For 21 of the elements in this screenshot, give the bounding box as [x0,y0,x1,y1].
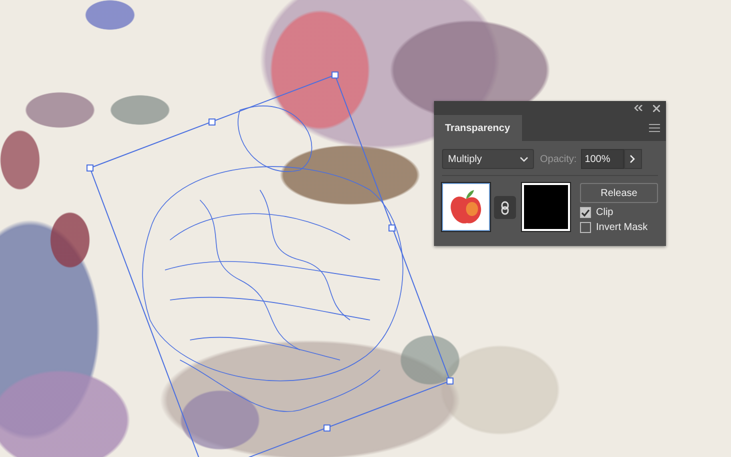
opacity-label: Opacity: [540,154,577,164]
checkbox-label: Clip [596,207,614,218]
close-icon[interactable] [653,104,660,112]
chevron-icon [630,155,636,163]
menu-icon[interactable] [649,124,660,132]
tab-label: Transparency [445,122,510,134]
checkmark-icon [581,208,590,216]
opacity-slider-button[interactable] [624,149,642,169]
checkbox[interactable] [580,222,591,233]
release-button[interactable]: Release [580,183,658,203]
caret-icon [520,156,528,162]
blend-mode-dropdown[interactable]: Multiply [442,149,534,169]
opacity-mask-thumbnail[interactable] [522,183,570,231]
checkbox[interactable] [580,207,591,218]
panel-tab[interactable]: Transparency [434,115,522,141]
checkbox-label: Invert Mask [596,222,648,233]
opacity-field[interactable]: 100% [580,149,624,169]
artwork-thumbnail[interactable] [442,183,490,231]
collapse-icon[interactable] [634,105,643,111]
chain-link-icon [500,200,509,214]
link-toggle[interactable] [494,196,516,219]
